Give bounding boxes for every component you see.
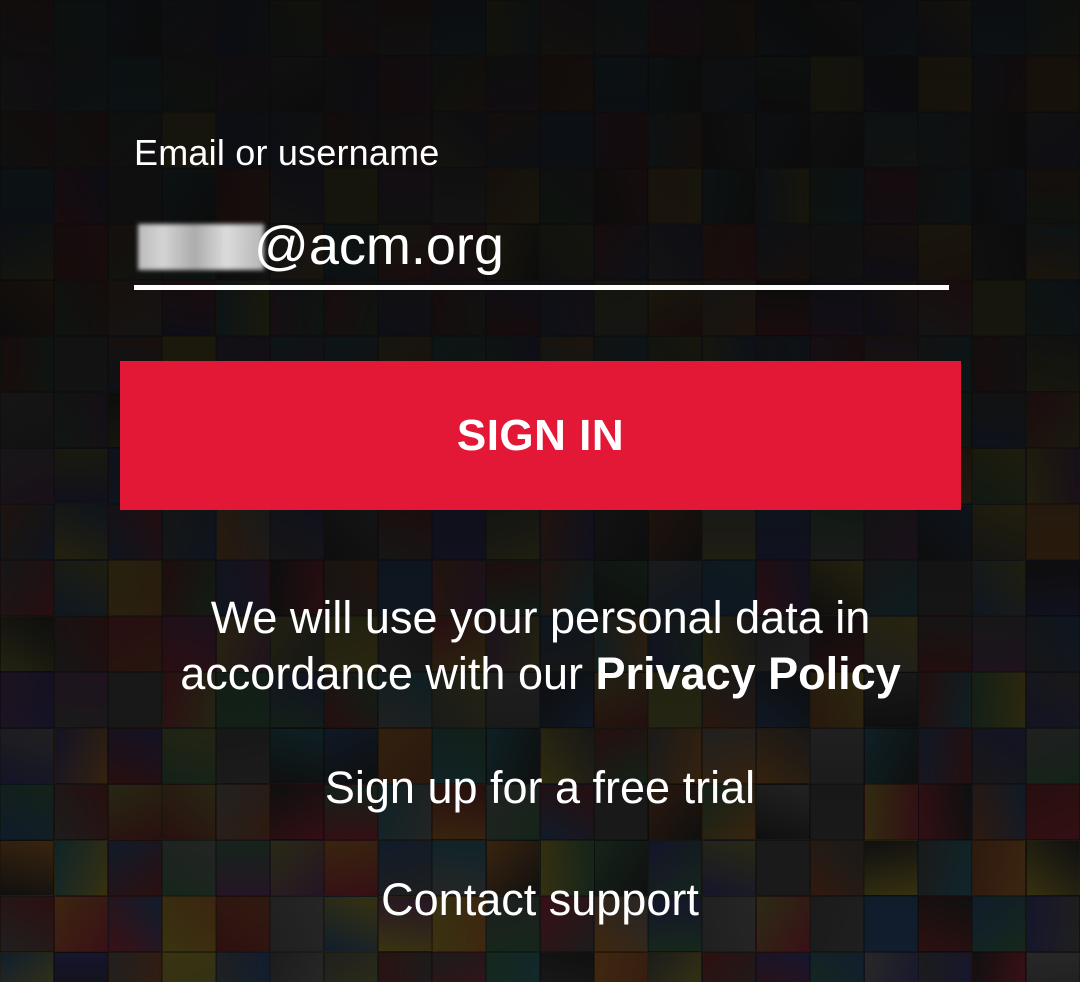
email-input[interactable] (254, 210, 944, 282)
email-field[interactable] (134, 210, 949, 290)
contact-support-link[interactable]: Contact support (0, 874, 1080, 926)
email-field-label: Email or username (134, 132, 440, 173)
login-screen: Email or username SIGN IN We will use yo… (0, 0, 1080, 982)
sign-in-button[interactable]: SIGN IN (120, 361, 961, 510)
privacy-policy-link[interactable]: Privacy Policy (596, 648, 901, 699)
email-field-underline (134, 285, 949, 290)
login-form: Email or username SIGN IN We will use yo… (0, 0, 1080, 982)
sign-up-free-trial-link[interactable]: Sign up for a free trial (0, 762, 1080, 814)
privacy-notice: We will use your personal data in accord… (120, 590, 961, 702)
privacy-text-line1: We will use your personal data in (210, 592, 871, 643)
redacted-username-blur (138, 224, 264, 270)
privacy-text-line2: accordance with our (180, 648, 583, 699)
